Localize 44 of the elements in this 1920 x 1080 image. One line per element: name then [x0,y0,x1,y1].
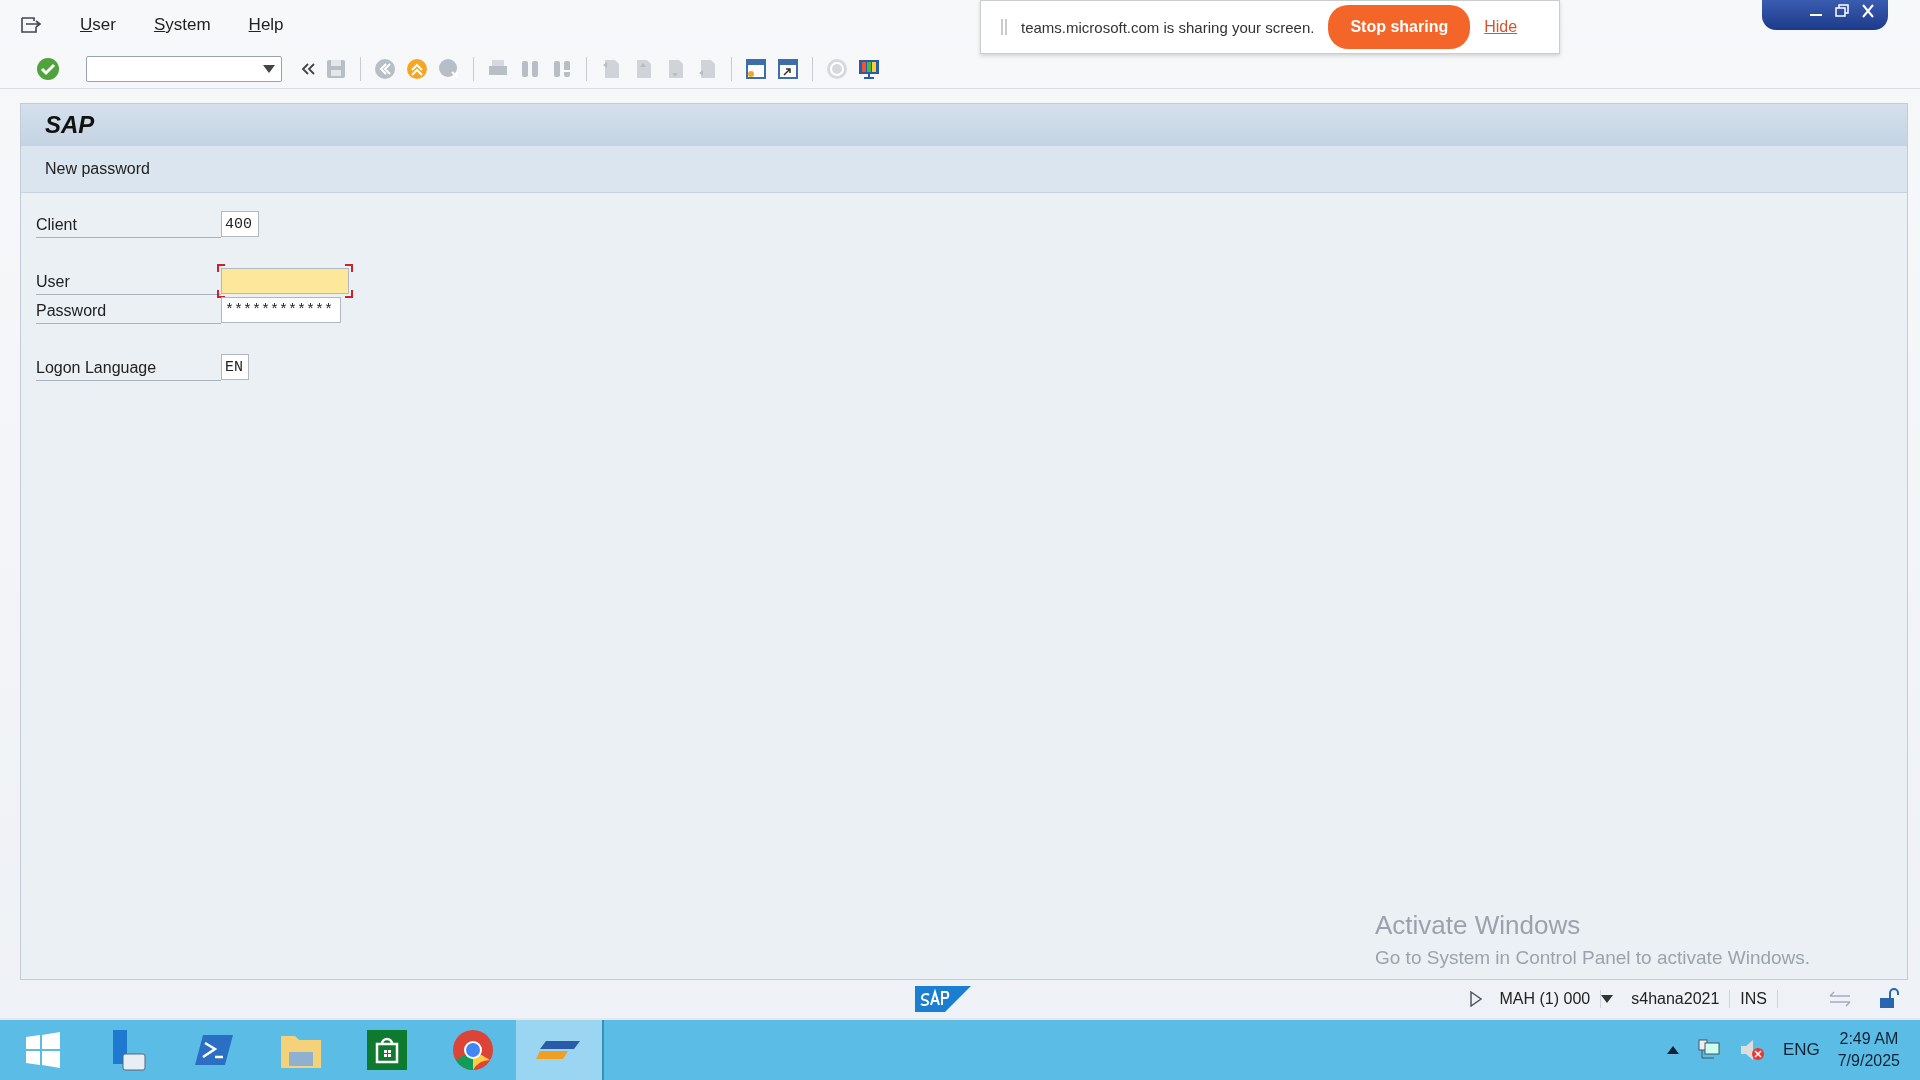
header-title: SAP [21,104,1907,146]
input-field[interactable]: 400 [221,211,259,237]
sharing-message: teams.microsoft.com is sharing your screen. [1021,18,1315,36]
start-icon[interactable] [24,1031,62,1069]
lock-icon[interactable] [1878,988,1900,1010]
command-field[interactable] [86,56,282,82]
restore-icon[interactable] [1832,2,1852,20]
play-icon[interactable] [1469,991,1482,1007]
powershell-icon [195,1033,235,1067]
drag-handle-icon[interactable] [1001,19,1007,35]
language-indicator[interactable]: ENG [1782,1040,1820,1060]
activation-text: Go to System in Control Panel to activate Windows. [1375,947,1811,969]
menu-icon[interactable] [20,15,42,35]
shortcut-icon[interactable] [776,57,800,81]
input-field[interactable]: EN [221,354,250,380]
browser-icon [452,1029,494,1071]
screen-subtitle: New password [21,146,1907,193]
menu-item[interactable]: Help [248,15,284,35]
collapse-icon[interactable] [300,61,316,77]
input-mode: INS [1730,990,1778,1008]
save-icon[interactable] [324,57,348,81]
menu-item[interactable]: System [153,15,211,35]
clock[interactable]: 2:49 AM 7/9/2025 [1837,1028,1900,1072]
menu-item[interactable]: User [80,15,116,35]
network-icon[interactable] [1696,1038,1721,1062]
transfer-icon[interactable] [1828,990,1852,1008]
back-icon[interactable] [373,57,397,81]
sap-logo-icon [915,986,971,1012]
hide-link[interactable]: Hide [1484,18,1518,36]
session-info: MAH (1) 000 [1489,990,1602,1008]
dropdown-icon [263,65,275,73]
input-field[interactable]: ************ [221,297,342,323]
dropdown-icon[interactable] [1601,995,1614,1003]
customize-layout-icon[interactable] [857,57,881,81]
server-name: s4hana2021 [1621,990,1731,1008]
taskbar-app[interactable] [516,1020,604,1080]
new-session-icon[interactable] [744,57,768,81]
enter-icon[interactable] [36,57,60,81]
store-icon [367,1030,407,1070]
cancel-icon[interactable] [437,57,461,81]
activation-title: Activate Windows [1375,910,1582,941]
exit-icon[interactable] [405,57,429,81]
speaker-muted-icon[interactable] [1738,1038,1765,1062]
caret-icon[interactable] [1666,1046,1679,1054]
